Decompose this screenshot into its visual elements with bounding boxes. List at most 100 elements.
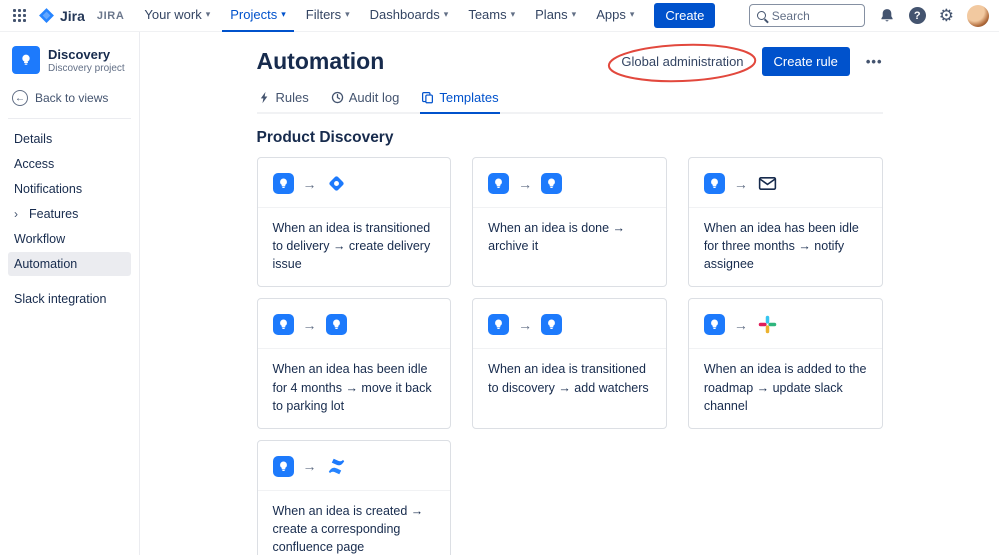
nav-item-filters[interactable]: Filters ▾ [298,0,358,32]
more-options-button[interactable]: ••• [866,54,883,69]
sidebar-item-features[interactable]: › Features [8,202,131,226]
template-grid: → When an idea is transitioned to delive… [256,157,883,555]
arrow-right-icon: → [733,316,748,333]
project-avatar-icon [12,46,40,74]
card-icon-row: → [688,158,882,208]
grid-icon [12,9,26,22]
sidebar-item-access[interactable]: Access [8,152,131,176]
clock-icon [331,91,343,104]
top-navbar: Jira JIRA Your work ▾ Projects ▾ Filters ▾ … [0,0,999,32]
tab-audit-log[interactable]: Audit log [330,90,401,114]
template-card-text: When an idea is added to the roadmap → u… [703,362,867,413]
tab-bar: Rules Audit log Templates [256,90,883,114]
template-card-text: When an idea is transitioned to discover… [488,362,649,395]
nav-item-teams[interactable]: Teams ▾ [460,0,523,32]
project-name: Discovery [48,46,111,62]
sidebar-item-workflow[interactable]: Workflow [8,227,131,251]
arrow-right-icon: → [302,316,317,333]
search-icon [756,11,766,20]
idea-icon [272,314,294,336]
delivery-icon [326,173,347,194]
chevron-down-icon: ▾ [629,9,635,19]
idea-icon [541,314,563,336]
template-card-text: When an idea is done → archive it [488,221,626,254]
chevron-down-icon: ▾ [345,9,350,19]
card-icon-row: → [688,299,882,350]
template-card[interactable]: → When an idea has been idle for three m… [687,157,883,288]
help-icon[interactable]: ? [908,7,926,24]
sidebar-item-details[interactable]: Details [8,127,131,151]
create-button[interactable]: Create [654,3,716,28]
sidebar-item-slack-integration[interactable]: Slack integration [8,287,131,311]
arrow-right-icon: → [518,316,533,333]
lightning-icon [260,91,267,104]
arrow-right-icon: → [302,175,317,192]
jira-mark-icon [39,8,54,23]
chevron-down-icon: ▾ [205,9,211,19]
sidebar-item-notifications[interactable]: Notifications [8,177,131,201]
slack-icon [757,314,778,335]
global-administration-link[interactable]: Global administration [619,50,745,73]
template-card-text: When an idea is created → create a corre… [272,503,424,554]
project-type: Discovery project [48,62,125,74]
card-icon-row: → [257,441,451,491]
chevron-right-icon: › [14,207,18,221]
nav-item-plans[interactable]: Plans ▾ [527,0,584,32]
idea-icon [703,173,725,194]
nav-item-projects[interactable]: Projects ▾ [222,0,294,32]
search-box[interactable] [748,4,865,27]
user-avatar[interactable] [967,4,989,27]
main-content: Automation Global administration Create … [140,32,999,555]
tab-templates[interactable]: Templates [420,90,500,114]
sidebar: Discovery Discovery project ← Back to vi… [0,32,140,555]
card-icon-row: → [257,299,451,350]
jira-wordmark: Jira [60,7,85,24]
template-card[interactable]: → When an idea is added to the roadmap →… [687,298,883,429]
idea-icon [488,173,510,194]
jira-logo[interactable]: Jira [34,7,89,24]
create-rule-button[interactable]: Create rule [761,47,850,76]
section-title: Product Discovery [256,129,394,146]
chevron-down-icon: ▾ [443,9,449,19]
back-arrow-icon: ← [12,90,28,106]
notifications-bell-icon[interactable] [878,7,896,25]
card-icon-row: → [473,299,666,350]
template-card[interactable]: → When an idea is transitioned to discov… [472,298,667,429]
page-title: Automation [256,48,385,74]
card-icon-row: → [473,158,666,208]
template-card-text: When an idea has been idle for 4 months … [272,362,432,413]
chevron-down-icon: ▾ [281,9,286,19]
nav-item-dashboards[interactable]: Dashboards ▾ [362,0,457,32]
back-to-views-link[interactable]: ← Back to views [12,90,127,106]
template-card[interactable]: → When an idea has been idle for 4 month… [256,298,452,429]
idea-icon [541,173,563,194]
idea-icon [488,314,510,336]
chevron-down-icon: ▾ [571,9,577,19]
bell-icon [881,8,893,21]
settings-gear-icon[interactable]: ⚙ [939,7,954,24]
arrow-right-icon: → [518,175,533,192]
sidebar-divider [8,118,131,119]
template-card[interactable]: → When an idea is transitioned to delive… [256,157,452,288]
project-header[interactable]: Discovery Discovery project [8,46,131,74]
template-card[interactable]: → When an idea is done → archive it [472,157,667,288]
tab-rules[interactable]: Rules [257,90,310,114]
idea-icon [272,173,294,194]
mail-icon [757,173,778,194]
nav-item-apps[interactable]: Apps ▾ [588,0,642,32]
idea-icon [272,455,294,477]
template-card-text: When an idea is transitioned to delivery… [272,221,431,272]
idea-icon [325,314,347,336]
confluence-icon [326,456,347,477]
search-input[interactable] [771,8,852,23]
nav-item-your-work[interactable]: Your work ▾ [136,0,218,32]
card-icon-row: → [257,158,451,208]
arrow-right-icon: → [733,175,748,192]
sidebar-item-automation[interactable]: Automation [8,252,131,276]
app-switcher-icon[interactable] [8,5,30,27]
chevron-down-icon: ▾ [510,9,516,19]
idea-icon [703,314,725,336]
template-card[interactable]: → When an idea is created → create a cor… [256,439,452,555]
templates-icon [422,92,434,104]
arrow-right-icon: → [302,458,317,475]
